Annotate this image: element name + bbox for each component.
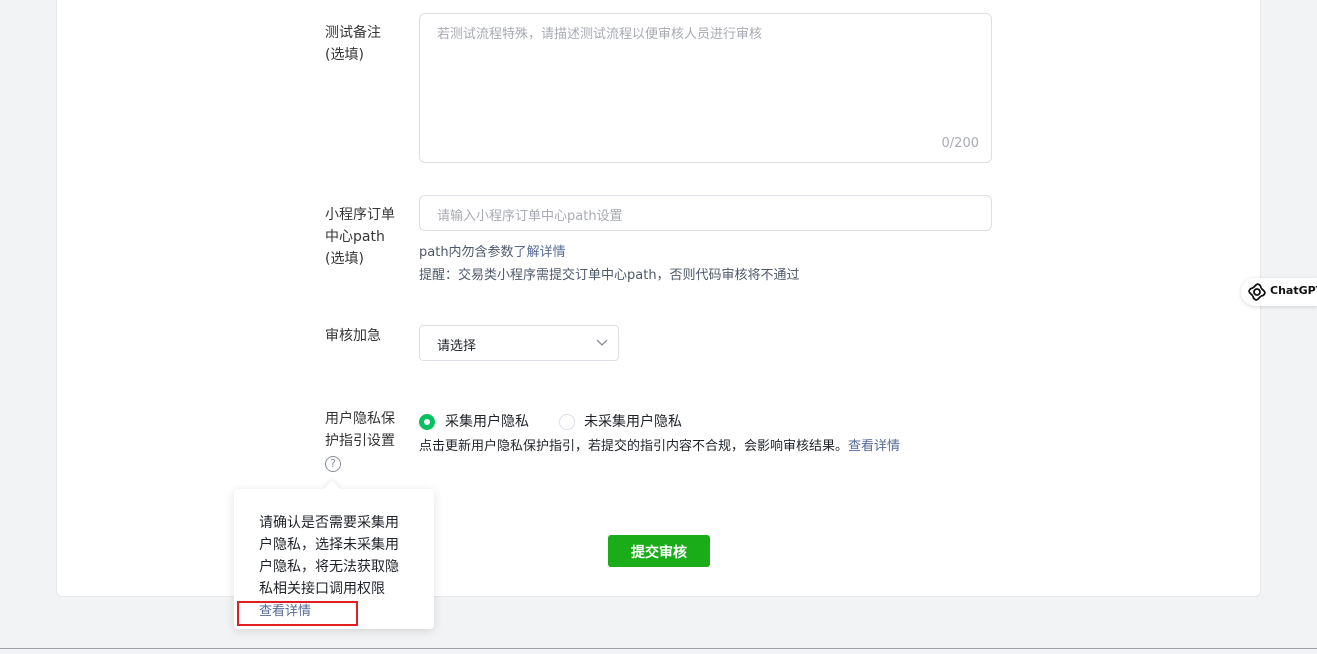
tooltip-text: 请确认是否需要采集用 户隐私，选择未采集用 户隐私，将无法获取隐 私相关接口调用… (259, 515, 399, 597)
highlight-box (237, 601, 358, 626)
privacy-details-link[interactable]: 查看详情 (848, 439, 900, 454)
test-notes-textarea[interactable]: 若测试流程特殊，请描述测试流程以便审核人员进行审核 0/200 (419, 13, 992, 163)
chatgpt-extension-tab[interactable]: ChatGPT (1241, 278, 1317, 306)
privacy-note: 点击更新用户隐私保护指引，若提交的指引内容不合规，会影响审核结果。查看详情 (419, 439, 901, 454)
test-notes-placeholder: 若测试流程特殊，请描述测试流程以便审核人员进行审核 (437, 27, 763, 42)
question-circle-icon[interactable]: ? (325, 456, 341, 472)
order-path-input[interactable]: 请输入小程序订单中心path设置 (419, 195, 992, 231)
expedite-label: 审核加急 (325, 328, 381, 344)
radio-collect-privacy-label[interactable]: 采集用户隐私 (445, 412, 529, 432)
radio-no-collect-privacy-label[interactable]: 未采集用户隐私 (584, 412, 682, 432)
order-path-placeholder: 请输入小程序订单中心path设置 (437, 209, 623, 224)
bottom-divider (0, 648, 1317, 649)
order-path-reminder: 提醒：交易类小程序需提交订单中心path，否则代码审核将不通过 (419, 268, 800, 283)
chatgpt-label: ChatGPT (1270, 284, 1317, 297)
openai-logo-icon (1248, 283, 1266, 301)
expedite-select[interactable]: 请选择 (419, 325, 619, 361)
char-counter: 0/200 (941, 136, 979, 151)
test-notes-label: 测试备注 (选填) (325, 25, 381, 63)
privacy-label: 用户隐私保 护指引设置 (325, 411, 395, 449)
submit-review-button[interactable]: 提交审核 (608, 535, 710, 567)
learn-more-link[interactable]: 了解详情 (514, 245, 566, 260)
radio-collect-privacy[interactable] (419, 414, 435, 430)
chevron-down-icon (596, 339, 608, 346)
radio-no-collect-privacy[interactable] (559, 414, 575, 430)
order-path-hint: path内勿含参数了解详情 (419, 245, 566, 260)
expedite-selected-value: 请选择 (437, 339, 477, 354)
order-path-label: 小程序订单 中心path (选填) (325, 207, 395, 267)
